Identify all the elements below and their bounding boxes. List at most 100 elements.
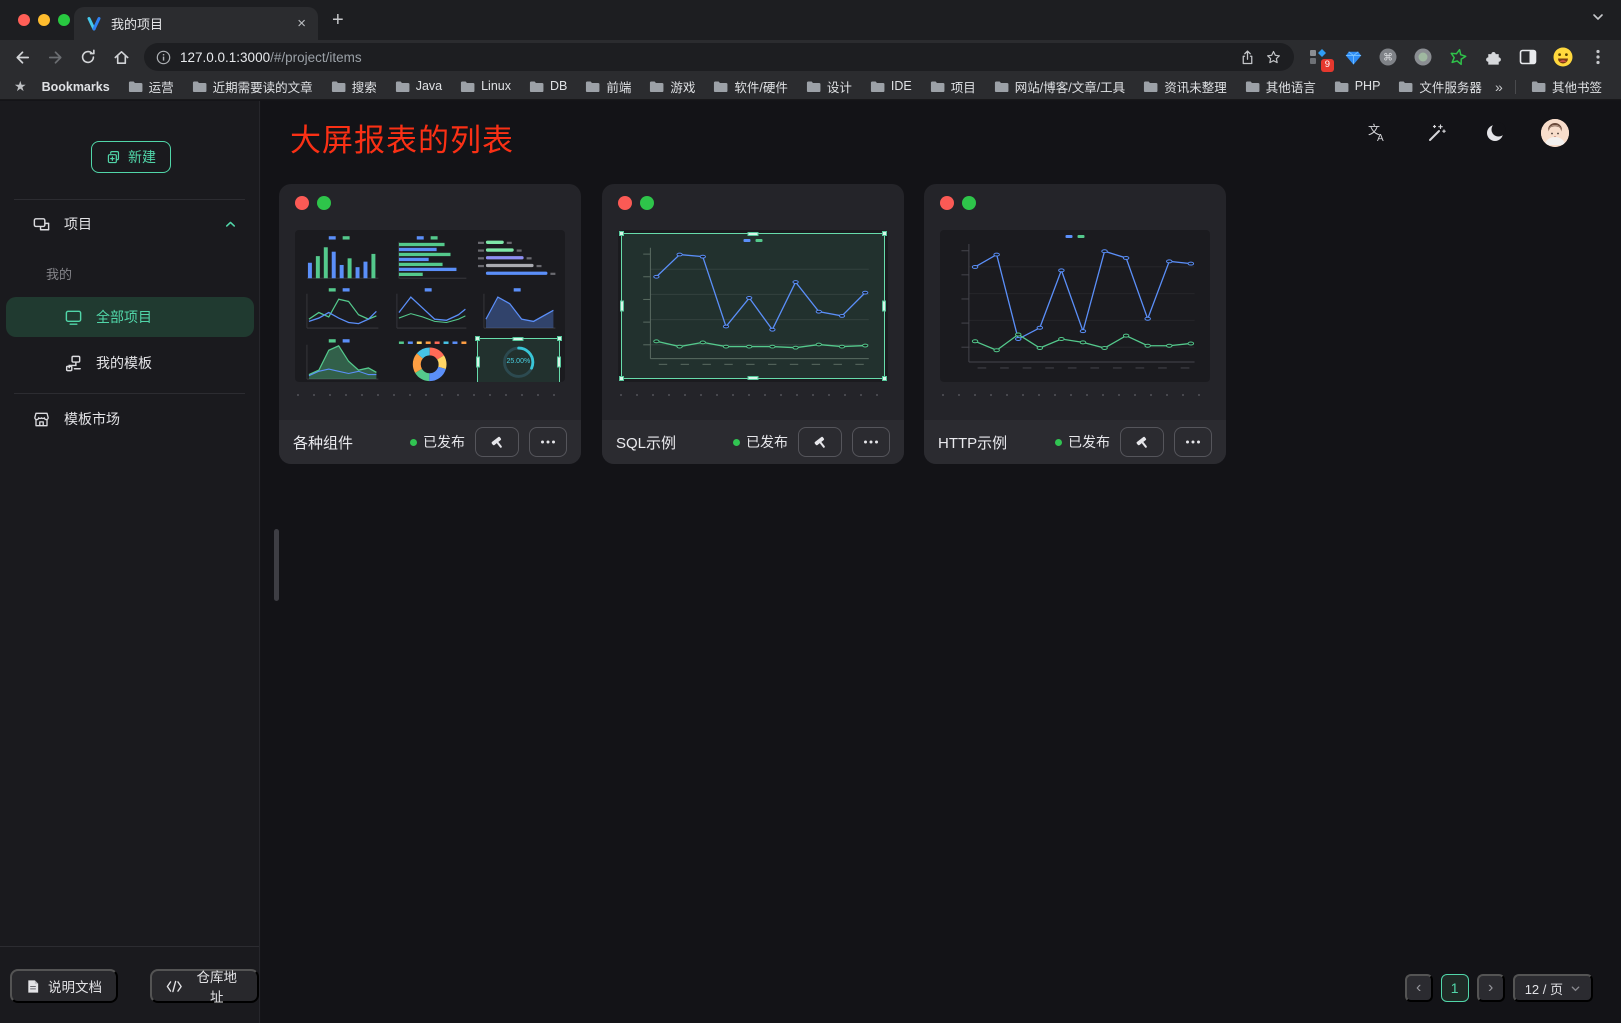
more-options-button[interactable] xyxy=(529,427,567,457)
card-footer: SQL示例 已发布 xyxy=(602,420,904,464)
bookmark-folder[interactable]: DB xyxy=(524,78,572,95)
more-options-button[interactable] xyxy=(1174,427,1212,457)
back-icon[interactable] xyxy=(12,47,32,67)
puzzle-extensions-icon[interactable] xyxy=(1482,46,1504,68)
bookmark-folder[interactable]: 前端 xyxy=(580,76,636,98)
bookmark-folder[interactable]: 软件/硬件 xyxy=(708,76,792,98)
edit-hammer-button[interactable] xyxy=(475,427,519,457)
bookmarks-bar: ★ Bookmarks 运营 近期需要读的文章 搜索 Java Linux DB xyxy=(0,74,1621,100)
bookmark-folder[interactable]: 搜索 xyxy=(326,76,382,98)
bookmarks-overflow-chevron[interactable]: » xyxy=(1495,79,1503,95)
chart-legend xyxy=(1066,235,1085,238)
mini-gauge-selected: 25.00% xyxy=(476,337,561,382)
bookmark-folder[interactable]: 资讯未整理 xyxy=(1138,76,1232,98)
ellipsis-icon xyxy=(1185,439,1201,445)
next-page-button[interactable]: › xyxy=(1477,974,1505,1002)
tab-search-chevron-icon[interactable] xyxy=(1591,10,1605,29)
bookmark-folder[interactable]: 近期需要读的文章 xyxy=(187,76,318,98)
project-card-sql[interactable]: SQL示例 已发布 xyxy=(602,184,904,464)
sidebar-section-project[interactable]: 项目 xyxy=(0,206,259,242)
edit-hammer-button[interactable] xyxy=(1120,427,1164,457)
prev-page-button[interactable]: ‹ xyxy=(1405,974,1433,1002)
site-info-icon[interactable] xyxy=(156,50,171,65)
share-icon[interactable] xyxy=(1239,49,1256,66)
macos-minimize-button[interactable] xyxy=(38,14,50,26)
card-dotted-divider xyxy=(942,394,1208,396)
mini-area-chart-blue xyxy=(476,286,561,335)
browser-tab[interactable]: 我的项目 × xyxy=(74,7,318,40)
bookmark-folder[interactable]: 项目 xyxy=(925,76,981,98)
user-avatar[interactable] xyxy=(1541,119,1569,147)
folder-icon xyxy=(460,80,475,93)
project-card-components[interactable]: 25.00% 各种组件 已发布 xyxy=(279,184,581,464)
green-star-extension-icon[interactable] xyxy=(1447,46,1469,68)
bookmark-folder[interactable]: Linux xyxy=(455,78,516,95)
edit-hammer-button[interactable] xyxy=(798,427,842,457)
gem-extension-icon[interactable] xyxy=(1342,46,1364,68)
bookmark-folder[interactable]: 网站/博客/文章/工具 xyxy=(989,76,1130,98)
record-circle-extension-icon[interactable] xyxy=(1412,46,1434,68)
docs-button[interactable]: 说明文档 xyxy=(10,969,118,1003)
repo-button[interactable]: 仓库地址 xyxy=(150,969,259,1003)
page-title: 大屏报表的列表 xyxy=(290,115,514,160)
chevron-up-icon[interactable] xyxy=(224,218,237,231)
monitor-icon xyxy=(64,308,83,327)
command-circle-extension-icon[interactable]: ⌘ xyxy=(1377,46,1399,68)
other-bookmarks-folder[interactable]: 其他书签 xyxy=(1526,76,1607,98)
bookmark-folder[interactable]: 运营 xyxy=(123,76,179,98)
bookmark-folder[interactable]: IDE xyxy=(865,78,917,95)
forward-icon[interactable] xyxy=(45,47,65,67)
copy-plus-icon xyxy=(106,150,121,165)
browser-window: 我的项目 × + 127.0.0.1:3000/#/project/items xyxy=(0,0,1621,1023)
bookmark-folder[interactable]: Java xyxy=(390,78,447,95)
language-translate-icon[interactable]: 文A xyxy=(1364,120,1390,146)
card-dotted-divider xyxy=(297,394,563,396)
tab-title: 我的项目 xyxy=(111,14,288,33)
new-tab-button[interactable]: + xyxy=(332,9,344,32)
bookmark-folder[interactable]: 设计 xyxy=(801,76,857,98)
reload-icon[interactable] xyxy=(78,47,98,67)
url-text: 127.0.0.1:3000/#/project/items xyxy=(180,50,1230,65)
sidebar-item-template-market[interactable]: 模板市场 xyxy=(0,401,259,437)
card-green-dot xyxy=(640,196,654,210)
status-dot-icon xyxy=(1055,439,1062,446)
folder-icon xyxy=(1334,80,1349,93)
bookmark-folder[interactable]: 文件服务器 xyxy=(1393,76,1487,98)
sidebar-item-my-templates[interactable]: 我的模板 xyxy=(0,345,259,381)
content-scrollbar[interactable] xyxy=(274,529,279,601)
bookmark-folder[interactable]: 其他语言 xyxy=(1240,76,1321,98)
side-panel-icon[interactable] xyxy=(1517,46,1539,68)
dark-mode-moon-icon[interactable] xyxy=(1482,120,1508,146)
project-card-http[interactable]: HTTP示例 已发布 xyxy=(924,184,1226,464)
more-options-button[interactable] xyxy=(852,427,890,457)
address-bar[interactable]: 127.0.0.1:3000/#/project/items xyxy=(144,43,1294,71)
storefront-icon xyxy=(32,410,51,429)
current-page-button[interactable]: 1 xyxy=(1441,974,1469,1002)
folder-icon xyxy=(1531,80,1546,93)
macos-zoom-button[interactable] xyxy=(58,14,70,26)
card-footer: 各种组件 已发布 xyxy=(279,420,581,464)
magic-wand-icon[interactable] xyxy=(1423,120,1449,146)
emoji-profile-icon[interactable] xyxy=(1552,46,1574,68)
bookmark-folder[interactable]: 游戏 xyxy=(644,76,700,98)
hammer-icon xyxy=(1134,434,1151,451)
bookmarks-star-icon[interactable]: ★ xyxy=(14,78,27,95)
goview-app: 新建 项目 我的 全部项目 xyxy=(0,101,1621,1023)
macos-close-button[interactable] xyxy=(18,14,30,26)
status-dot-icon xyxy=(410,439,417,446)
svg-text:⌘: ⌘ xyxy=(1383,53,1393,64)
folder-icon xyxy=(806,80,821,93)
tab-close-icon[interactable]: × xyxy=(297,16,306,31)
home-icon[interactable] xyxy=(111,47,131,67)
page-size-select[interactable]: 12 / 页 xyxy=(1513,974,1593,1002)
bookmark-star-icon[interactable] xyxy=(1265,49,1282,66)
new-project-button[interactable]: 新建 xyxy=(91,141,171,173)
browser-menu-dots-icon[interactable] xyxy=(1587,46,1609,68)
sidebar: 新建 项目 我的 全部项目 xyxy=(0,101,260,1023)
sidebar-item-all-projects[interactable]: 全部项目 xyxy=(6,297,254,337)
bookmark-folder[interactable]: PHP xyxy=(1329,78,1386,95)
folder-icon xyxy=(128,80,143,93)
card-title: HTTP示例 xyxy=(938,432,1007,453)
bookmarks-label[interactable]: Bookmarks xyxy=(37,78,115,96)
extension-grid-icon[interactable]: 9 xyxy=(1307,46,1329,68)
